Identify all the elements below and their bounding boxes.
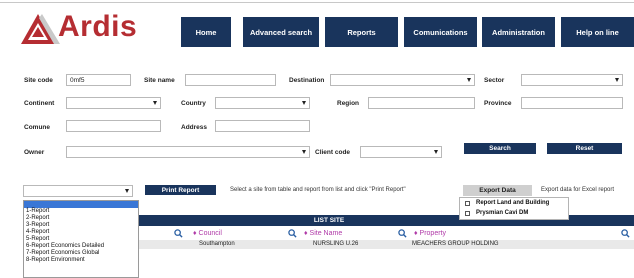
column-header-property[interactable]: ♦ Property [414,230,446,237]
destination-select[interactable] [330,74,475,86]
comune-input[interactable] [66,120,161,132]
top-divider [0,2,634,3]
country-select[interactable] [215,97,310,109]
site-name-label: Site name [144,77,175,84]
report-option[interactable]: 5-Report [26,236,49,243]
region-label: Region [337,100,360,107]
chevron-down-icon [302,101,306,105]
brand-name: Ardis [58,10,138,43]
export-option-land-building[interactable]: Report Land and Building [476,200,549,206]
report-options: 1-Report 2-Report 3-Report 4-Report 5-Re… [24,208,138,278]
site-code-label: Site code [24,77,53,84]
chevron-down-icon [302,150,306,154]
comune-label: Comune [24,124,50,131]
report-option[interactable]: 8-Report Environment [26,257,85,264]
country-label: Country [181,100,206,107]
province-label: Province [484,100,512,107]
table-cell-council: Southampton [199,241,235,247]
table-cell-site-name: NURSLING U.26 [313,241,359,247]
chevron-down-icon [125,189,129,193]
filter-search-icon[interactable] [288,229,297,238]
checkbox-icon [465,211,470,216]
chevron-down-icon [467,78,471,82]
report-option[interactable]: 1-Report [26,208,49,215]
nav-home[interactable]: Home [181,17,231,47]
export-data-button[interactable]: Export Data [463,185,532,196]
owner-select[interactable] [66,146,310,158]
export-option-prysmian[interactable]: Prysmian Cavi DM [476,210,528,216]
continent-select[interactable] [66,97,161,109]
chevron-down-icon [615,78,619,82]
report-option-empty-highlighted[interactable] [24,201,138,208]
column-header-site-name[interactable]: ♦ Site Name [304,230,342,237]
report-option[interactable]: 2-Report [26,215,49,222]
nav-advanced-search[interactable]: Advanced search [243,17,319,47]
chevron-down-icon [153,101,157,105]
continent-label: Continent [24,100,55,107]
nav-administration[interactable]: Administration [482,17,555,47]
filter-search-icon[interactable] [621,229,630,238]
filter-search-icon[interactable] [398,229,407,238]
filter-search-icon[interactable] [174,229,183,238]
column-header-council[interactable]: ♦ Council [193,230,222,237]
sort-icon: ♦ [414,230,418,237]
province-input[interactable] [521,97,623,109]
checkbox-icon [465,201,470,206]
address-input[interactable] [215,120,310,132]
nav-help-on-line[interactable]: Help on line [561,17,634,47]
report-option[interactable]: 4-Report [26,229,49,236]
client-code-label: Client code [315,149,351,156]
nav-reports[interactable]: Reports [325,17,398,47]
report-option[interactable]: 7-Report Economics Global [26,250,99,257]
nav-comunications[interactable]: Comunications [404,17,477,47]
sort-icon: ♦ [304,230,308,237]
print-report-button[interactable]: Print Report [145,185,216,195]
search-button[interactable]: Search [464,143,536,154]
report-option[interactable]: 6-Report Economics Detailed [26,243,104,250]
sort-icon: ♦ [193,230,197,237]
chevron-down-icon [434,150,438,154]
reset-button[interactable]: Reset [547,143,622,154]
export-data-hint: Export data for Excel report [541,187,615,193]
site-name-input[interactable] [185,74,276,86]
report-select[interactable] [23,185,133,197]
sector-select[interactable] [521,74,623,86]
client-code-select[interactable] [360,146,442,158]
destination-label: Destination [289,77,325,84]
region-input[interactable] [368,97,475,109]
owner-label: Owner [24,149,45,156]
print-report-hint: Select a site from table and report from… [230,187,406,193]
export-options-menu: Report Land and Building Prysmian Cavi D… [459,197,569,220]
table-cell-property: MEACHERS GROUP HOLDING [412,241,499,247]
report-option[interactable]: 3-Report [26,222,49,229]
sector-label: Sector [484,77,505,84]
logo-triangle-icon [21,14,60,44]
site-code-input[interactable]: 0mf5 [66,74,131,86]
address-label: Address [181,124,208,131]
list-site-title: LIST SITE [313,217,345,224]
